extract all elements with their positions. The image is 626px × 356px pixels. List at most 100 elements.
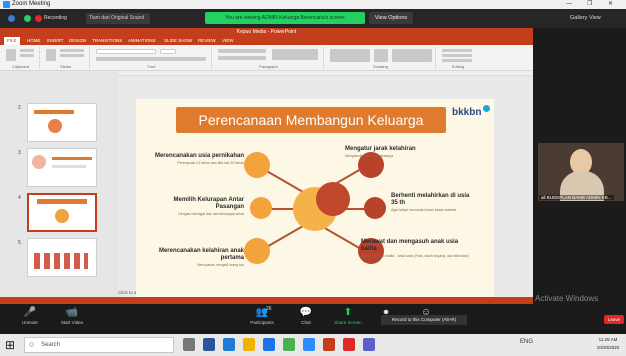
participant-video-tile[interactable]: all BUDEPLAN BAMB ADMIN KB... — [538, 143, 624, 201]
zoom-title-bar: Zoom Meeting — ❐ ✕ — [0, 0, 626, 9]
activate-windows-watermark: Activate Windows — [535, 294, 599, 303]
slide-thumbnail-selected[interactable] — [27, 193, 97, 232]
edge-icon[interactable] — [203, 338, 215, 351]
slide-title: Perencanaan Membangun Keluarga — [198, 112, 424, 128]
tab-insert[interactable]: INSERT — [47, 37, 63, 45]
ribbon-group-slides: Slides — [42, 47, 90, 69]
app-taskbar-icon[interactable] — [343, 338, 355, 351]
file-explorer-icon[interactable] — [223, 338, 235, 351]
new-slide-icon[interactable] — [46, 49, 56, 61]
diagram-node — [244, 152, 270, 178]
clock-date: 10/20/2020 — [596, 345, 620, 350]
taskbar-clock[interactable]: 11:25 AM 10/20/2020 — [593, 336, 623, 352]
tab-transitions[interactable]: TRANSITIONS — [92, 37, 122, 45]
thumb-number: 2 — [18, 105, 21, 111]
tab-home[interactable]: HOME — [27, 37, 41, 45]
leave-button[interactable]: Leave — [604, 315, 624, 324]
text-direction-icon[interactable] — [272, 49, 318, 60]
zoom-app-icon — [3, 1, 10, 8]
slide-thumbnail-pane: 2 3 4 5 — [0, 71, 118, 297]
slide-thumbnail[interactable] — [27, 103, 97, 142]
view-options-button[interactable]: View Options — [369, 12, 413, 24]
replace-icon[interactable] — [442, 54, 472, 57]
system-tray-lang[interactable]: ENG — [520, 339, 533, 345]
right-item-sub: Agar tetapi menunda bukan kesan kalesia — [391, 208, 457, 212]
minimize-icon[interactable]: — — [566, 0, 572, 9]
bkkbn-logo-mark — [483, 105, 490, 112]
participants-label: Participants — [250, 320, 274, 325]
ribbon-tabs: FILE HOME INSERT DESIGN TRANSITIONS ANIM… — [0, 37, 533, 45]
share-screen-label: Share Screen — [334, 320, 362, 325]
paste-icon[interactable] — [6, 49, 16, 61]
audio-source-dropdown[interactable]: Tiam dari Original Sound — [86, 13, 150, 24]
chrome-icon[interactable] — [283, 338, 295, 351]
chat-label: Chat — [301, 320, 311, 325]
slide-thumbnail[interactable] — [27, 148, 97, 187]
left-item-heading: Memilih Kelurapan Antar Pasangan — [173, 197, 244, 210]
tab-file[interactable]: FILE — [4, 37, 20, 45]
reactions-button[interactable]: ☺ — [406, 307, 446, 319]
right-item-heading: Merawat dan mengasuh anak usia balita — [361, 239, 459, 252]
zoom-control-bar: 🎤 Unmute 📹 Start Video 👥 Participants 26… — [0, 304, 626, 334]
folder-icon[interactable] — [243, 338, 255, 351]
maximize-icon[interactable]: ❐ — [587, 0, 592, 9]
editing-label: Editing — [451, 64, 465, 69]
windows-start-icon[interactable]: ⊞ — [5, 339, 17, 351]
slide-thumbnail[interactable] — [27, 238, 97, 277]
start-video-label: Start Video — [60, 320, 84, 325]
right-item-sub: Memperhatikan balita - hasil anak (Fisik… — [361, 254, 469, 258]
cut-icon[interactable] — [20, 49, 34, 52]
shapes-icon[interactable] — [330, 49, 370, 62]
slide-title-bar: Perencanaan Membangun Keluarga — [176, 107, 446, 133]
participants-count: 26 — [266, 306, 272, 312]
windows-taskbar: ⊞ Search ○ ENG 11:25 AM 10/20/2020 — [0, 334, 626, 356]
connection-icon[interactable] — [24, 15, 31, 22]
teams-taskbar-icon[interactable] — [363, 338, 375, 351]
copy-icon[interactable] — [20, 54, 34, 57]
chat-button[interactable]: 💬 Chat — [286, 307, 326, 327]
task-view-icon[interactable] — [183, 338, 195, 351]
unmute-button[interactable]: 🎤 Unmute — [10, 307, 50, 327]
taskbar-search-input[interactable]: Search — [24, 337, 174, 353]
bullets-icon[interactable] — [218, 49, 266, 53]
gallery-view-button[interactable]: Gallery View — [570, 13, 616, 24]
tab-slide-show[interactable]: SLIDE SHOW — [164, 37, 192, 45]
powerpoint-taskbar-icon[interactable] — [323, 338, 335, 351]
left-item-sub: Perempuan 21 tahun dan laki-laki 25 tahu… — [177, 161, 244, 165]
quick-styles-icon[interactable] — [392, 49, 432, 62]
diagram-node — [244, 238, 270, 264]
tab-review[interactable]: REVIEW — [198, 37, 216, 45]
font-format-row[interactable] — [96, 57, 206, 61]
reset-icon[interactable] — [60, 54, 84, 57]
store-icon[interactable] — [263, 338, 275, 351]
unmute-label: Unmute — [22, 320, 38, 325]
start-video-button[interactable]: 📹 Start Video — [52, 307, 92, 327]
shield-icon[interactable] — [8, 15, 15, 22]
slides-label: Slides — [60, 64, 71, 69]
share-screen-button[interactable]: ⬆ Share Screen — [328, 307, 368, 327]
align-icon[interactable] — [218, 56, 266, 60]
paragraph-label: Paragraph — [259, 64, 278, 69]
thumb-number: 5 — [18, 240, 21, 246]
slide-canvas: Perencanaan Membangun Keluarga bkkbn Mer… — [136, 99, 494, 297]
font-name-select[interactable] — [96, 49, 156, 54]
layout-icon[interactable] — [60, 49, 84, 52]
close-icon[interactable]: ✕ — [608, 0, 613, 9]
font-size-select[interactable] — [160, 49, 176, 54]
bkkbn-logo: bkkbn — [452, 107, 482, 118]
tab-design[interactable]: DESIGN — [69, 37, 86, 45]
participant-video-panel: all BUDEPLAN BAMB ADMIN KB... Activate W… — [503, 28, 626, 315]
viewing-banner: You are viewing ADMIN Keluarga Berencana… — [205, 12, 365, 24]
participants-button[interactable]: 👥 Participants — [242, 307, 282, 327]
recording-indicator[interactable]: Recording — [44, 14, 82, 23]
tab-view[interactable]: VIEW — [222, 37, 234, 45]
find-icon[interactable] — [442, 49, 472, 52]
zoom-taskbar-icon[interactable] — [303, 338, 315, 351]
thumb-number: 3 — [18, 150, 21, 156]
select-icon[interactable] — [442, 59, 472, 62]
diagram-center-node — [316, 182, 350, 216]
ribbon-group-editing: Editing — [438, 47, 478, 69]
diagram-node — [364, 197, 386, 219]
tab-animations[interactable]: ANIMATIONS — [128, 37, 156, 45]
arrange-icon[interactable] — [374, 49, 388, 62]
